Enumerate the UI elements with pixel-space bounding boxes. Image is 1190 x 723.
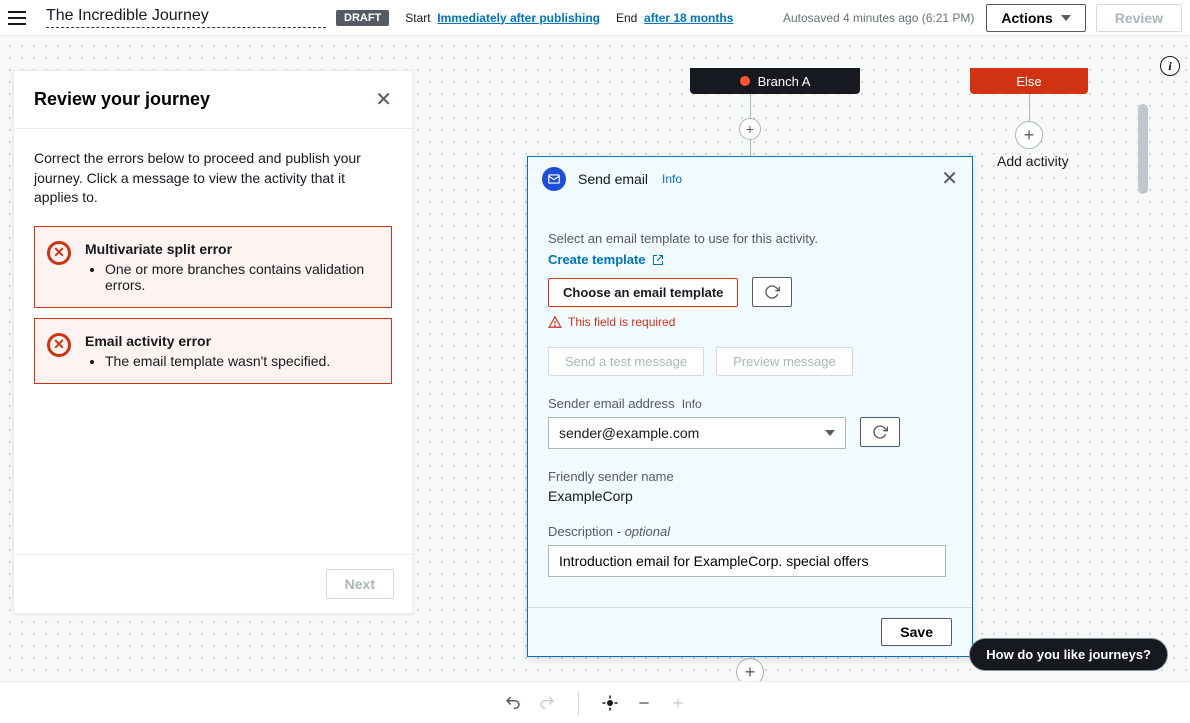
email-icon (542, 167, 566, 191)
zoom-in-button[interactable] (663, 688, 693, 718)
end-value-link[interactable]: after 18 months (644, 11, 733, 25)
schedule-end: End after 18 months (616, 11, 733, 25)
journey-title-input[interactable] (46, 7, 326, 28)
top-bar: DRAFT Start Immediately after publishing… (0, 0, 1190, 36)
refresh-icon (872, 424, 888, 440)
close-icon[interactable]: ✕ (375, 90, 392, 110)
end-label: End (616, 11, 637, 25)
description-input[interactable] (548, 545, 946, 577)
minus-icon (636, 695, 652, 711)
scrollbar-thumb[interactable] (1138, 104, 1148, 194)
friendly-name-label: Friendly sender name (548, 469, 952, 484)
error-message: The email template wasn't specified. (105, 353, 377, 369)
warning-icon (548, 315, 562, 329)
refresh-template-button[interactable] (752, 277, 792, 307)
info-link[interactable]: Info (662, 172, 682, 186)
error-card-email[interactable]: ✕ Email activity error The email templat… (34, 318, 392, 384)
info-link[interactable]: Info (682, 397, 702, 411)
template-required-error: This field is required (548, 315, 952, 329)
autosaved-text: Autosaved 4 minutes ago (6:21 PM) (783, 11, 974, 25)
undo-button[interactable] (498, 688, 528, 718)
actions-button[interactable]: Actions (986, 4, 1085, 32)
add-activity-plus[interactable]: + (1015, 121, 1043, 149)
send-email-header: Send email Info ✕ (528, 157, 972, 201)
zoom-out-button[interactable] (629, 688, 659, 718)
redo-button[interactable] (532, 688, 562, 718)
send-email-panel: Send email Info ✕ Select an email templa… (527, 156, 973, 657)
redo-icon (538, 694, 556, 712)
review-panel-footer: Next (14, 554, 412, 613)
send-email-title: Send email (578, 171, 648, 187)
error-icon: ✕ (47, 333, 71, 357)
sender-address-label: Sender email address Info (548, 396, 952, 411)
send-email-body: Select an email template to use for this… (528, 201, 972, 591)
plus-icon (670, 695, 686, 711)
undo-icon (504, 694, 522, 712)
close-icon[interactable]: ✕ (941, 169, 958, 189)
send-email-footer: Save (528, 607, 972, 656)
branch-a-label: Branch A (758, 74, 811, 89)
refresh-sender-button[interactable] (860, 417, 900, 447)
create-template-label: Create template (548, 252, 646, 267)
preview-message-button[interactable]: Preview message (716, 347, 853, 376)
menu-icon[interactable] (8, 11, 26, 25)
create-template-link[interactable]: Create template (548, 252, 664, 267)
choose-template-button[interactable]: Choose an email template (548, 278, 738, 307)
actions-label: Actions (1001, 10, 1052, 26)
external-link-icon (652, 254, 664, 266)
review-journey-panel: Review your journey ✕ Correct the errors… (13, 70, 413, 614)
sender-address-select[interactable]: sender@example.com (548, 417, 846, 449)
review-intro: Correct the errors below to proceed and … (34, 149, 392, 208)
add-activity-plus[interactable]: + (736, 658, 764, 681)
bottom-toolbar (0, 681, 1190, 723)
error-title: Email activity error (85, 333, 377, 349)
branch-a-node[interactable]: Branch A (690, 68, 860, 94)
review-panel-header: Review your journey ✕ (14, 71, 412, 129)
start-value-link[interactable]: Immediately after publishing (437, 11, 600, 25)
review-button[interactable]: Review (1096, 4, 1182, 32)
else-node[interactable]: Else (970, 68, 1088, 94)
add-activity-plus[interactable]: + (739, 118, 761, 140)
error-title: Multivariate split error (85, 241, 377, 257)
template-desc: Select an email template to use for this… (548, 231, 952, 246)
caret-down-icon (825, 430, 835, 436)
next-button[interactable]: Next (326, 569, 394, 599)
else-label: Else (1016, 74, 1041, 89)
branch-a-dot-icon (740, 76, 750, 86)
info-icon[interactable]: i (1160, 56, 1180, 76)
error-icon: ✕ (47, 241, 71, 265)
description-label: Description - optional (548, 524, 952, 539)
schedule-start: Start Immediately after publishing (405, 11, 600, 25)
center-button[interactable] (595, 688, 625, 718)
refresh-icon (764, 284, 780, 300)
review-panel-body: Correct the errors below to proceed and … (14, 129, 412, 414)
feedback-pill[interactable]: How do you like journeys? (969, 638, 1168, 671)
sender-address-value: sender@example.com (559, 425, 699, 441)
friendly-name-value: ExampleCorp (548, 488, 952, 504)
error-card-multivariate[interactable]: ✕ Multivariate split error One or more b… (34, 226, 392, 308)
send-test-button[interactable]: Send a test message (548, 347, 704, 376)
caret-down-icon (1061, 15, 1071, 21)
required-error-text: This field is required (568, 315, 675, 329)
error-message: One or more branches contains validation… (105, 261, 377, 293)
save-button[interactable]: Save (881, 618, 952, 646)
add-activity-label: Add activity (997, 153, 1069, 169)
toolbar-separator (578, 691, 579, 715)
target-icon (601, 694, 619, 712)
start-label: Start (405, 11, 430, 25)
vertical-scrollbar[interactable] (1136, 82, 1148, 629)
review-panel-title: Review your journey (34, 89, 210, 110)
draft-badge: DRAFT (336, 10, 389, 26)
